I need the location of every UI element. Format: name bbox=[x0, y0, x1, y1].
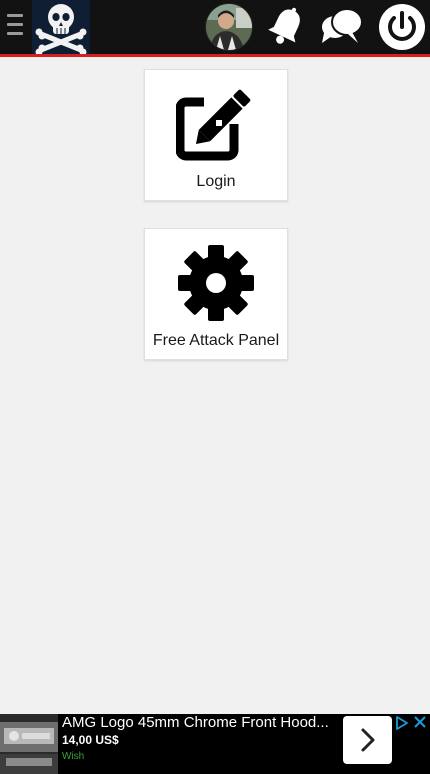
login-tile-button[interactable]: Login bbox=[144, 69, 288, 201]
gear-icon bbox=[178, 245, 254, 321]
ad-title[interactable]: AMG Logo 45mm Chrome Front Hood... bbox=[62, 714, 337, 734]
skull-logo-icon[interactable] bbox=[32, 0, 90, 54]
menu-icon[interactable] bbox=[7, 14, 23, 36]
ad-banner[interactable]: AMG Logo 45mm Chrome Front Hood... 14,00… bbox=[0, 714, 430, 774]
ad-product-image[interactable] bbox=[0, 714, 58, 774]
notification-bell-icon[interactable] bbox=[262, 3, 310, 51]
free-attack-panel-label: Free Attack Panel bbox=[152, 332, 280, 349]
ad-source: Wish bbox=[62, 751, 85, 762]
ad-open-button[interactable] bbox=[343, 716, 392, 764]
login-label: Login bbox=[196, 173, 236, 190]
edit-pencil-icon bbox=[176, 89, 252, 161]
user-avatar[interactable] bbox=[205, 3, 253, 51]
chat-bubbles-icon[interactable] bbox=[318, 3, 366, 51]
ad-choices-icon[interactable] bbox=[395, 716, 409, 730]
app-header bbox=[0, 0, 430, 57]
free-attack-panel-tile-button[interactable]: Free Attack Panel bbox=[144, 228, 288, 360]
power-icon[interactable] bbox=[378, 3, 426, 51]
chevron-right-icon bbox=[361, 728, 375, 752]
ad-price: 14,00 US$ bbox=[62, 733, 119, 747]
close-icon[interactable] bbox=[412, 714, 428, 730]
